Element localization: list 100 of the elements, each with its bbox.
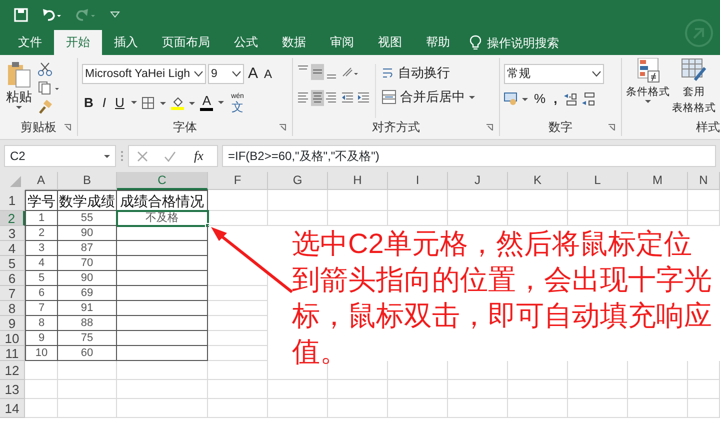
- name-box[interactable]: C2: [4, 145, 116, 167]
- row-header[interactable]: 7: [0, 286, 25, 301]
- lightbulb-icon[interactable]: [470, 35, 481, 50]
- fill-color-icon[interactable]: [171, 96, 196, 110]
- table-cell[interactable]: 9: [26, 331, 57, 346]
- bold-button[interactable]: B: [82, 94, 96, 112]
- empty-cell[interactable]: [117, 256, 208, 271]
- dialog-launcher-icon[interactable]: [279, 124, 286, 131]
- table-cell[interactable]: 5: [26, 271, 57, 286]
- wrap-text-button[interactable]: 自动换行: [380, 64, 477, 82]
- row-header[interactable]: 3: [0, 226, 25, 241]
- scissors-icon[interactable]: [38, 62, 52, 76]
- column-header[interactable]: M: [628, 172, 688, 190]
- row-header[interactable]: 6: [0, 271, 25, 286]
- increase-font-size-button[interactable]: A: [246, 65, 260, 83]
- table-cell[interactable]: 1: [26, 211, 57, 226]
- ribbon-tab[interactable]: 数据: [270, 30, 318, 55]
- align-left-center-right-icon[interactable]: [297, 90, 337, 106]
- table-cell[interactable]: 60: [58, 346, 116, 361]
- table-cell[interactable]: 91: [58, 301, 116, 316]
- table-cell[interactable]: 3: [26, 241, 57, 256]
- font-color-button[interactable]: A: [200, 94, 214, 111]
- ribbon-tab[interactable]: 帮助: [414, 30, 462, 55]
- table-cell[interactable]: 不及格: [117, 211, 207, 226]
- table-cell[interactable]: 成绩合格情况: [117, 191, 207, 212]
- empty-cell[interactable]: [117, 346, 208, 361]
- cancel-icon[interactable]: [137, 150, 148, 162]
- row-header[interactable]: 14: [0, 399, 25, 418]
- empty-cell[interactable]: [117, 226, 208, 241]
- merge-center-button[interactable]: 合并后居中: [380, 88, 477, 106]
- ribbon-tab[interactable]: 文件: [6, 30, 54, 55]
- number-format-dropdown[interactable]: 常规: [504, 64, 604, 84]
- table-cell[interactable]: 7: [26, 301, 57, 316]
- table-cell[interactable]: 8: [26, 316, 57, 331]
- format-as-table-button[interactable]: 套用 表格格式: [672, 58, 716, 118]
- row-header[interactable]: 10: [0, 331, 25, 346]
- column-header[interactable]: F: [208, 172, 268, 190]
- table-cell[interactable]: 10: [26, 346, 57, 361]
- table-cell[interactable]: 70: [58, 256, 116, 271]
- row-header[interactable]: 11: [0, 346, 25, 361]
- empty-cell[interactable]: [117, 301, 208, 316]
- format-painter-icon[interactable]: [38, 100, 52, 114]
- empty-cell[interactable]: [117, 286, 208, 301]
- borders-icon[interactable]: [142, 96, 166, 108]
- ribbon-tab[interactable]: 审阅: [318, 30, 366, 55]
- customize-dropdown-icon[interactable]: [110, 11, 120, 19]
- ribbon-tab[interactable]: 页面布局: [150, 30, 222, 55]
- column-header[interactable]: L: [568, 172, 628, 190]
- paste-button[interactable]: 粘贴: [4, 58, 34, 118]
- table-cell[interactable]: 90: [58, 226, 116, 241]
- table-cell[interactable]: 69: [58, 286, 116, 301]
- table-cell[interactable]: 55: [58, 211, 116, 226]
- formula-input[interactable]: =IF(B2>=60,"及格","不及格"): [222, 145, 716, 167]
- ribbon-tab[interactable]: 视图: [366, 30, 414, 55]
- empty-cell[interactable]: [117, 271, 208, 286]
- italic-button[interactable]: I: [100, 94, 108, 112]
- dialog-launcher-icon[interactable]: [486, 124, 493, 131]
- decrease-font-size-button[interactable]: A: [262, 65, 274, 83]
- insert-function-button[interactable]: fx: [192, 147, 206, 165]
- table-cell[interactable]: 90: [58, 271, 116, 286]
- currency-icon[interactable]: [504, 92, 528, 106]
- table-cell[interactable]: 87: [58, 241, 116, 256]
- ribbon-tab[interactable]: 插入: [102, 30, 150, 55]
- increase-decimal-icon[interactable]: [563, 92, 578, 106]
- column-header[interactable]: A: [25, 172, 58, 190]
- row-header[interactable]: 9: [0, 316, 25, 331]
- column-header[interactable]: J: [448, 172, 508, 190]
- dialog-launcher-icon[interactable]: [608, 124, 615, 131]
- dialog-launcher-icon[interactable]: [64, 124, 71, 131]
- font-name-dropdown[interactable]: Microsoft YaHei Ligh: [82, 64, 206, 84]
- font-size-dropdown[interactable]: 9: [208, 64, 244, 84]
- table-cell[interactable]: 75: [58, 331, 116, 346]
- ribbon-tab[interactable]: 开始: [54, 30, 102, 55]
- empty-cell[interactable]: [117, 241, 208, 256]
- column-header[interactable]: N: [688, 172, 720, 190]
- column-header[interactable]: G: [268, 172, 328, 190]
- column-header[interactable]: K: [508, 172, 568, 190]
- row-header[interactable]: 1: [0, 190, 25, 211]
- redo-icon[interactable]: [76, 8, 96, 22]
- underline-button[interactable]: U: [113, 94, 126, 112]
- undo-icon[interactable]: [42, 8, 62, 22]
- table-cell[interactable]: 4: [26, 256, 57, 271]
- empty-cell[interactable]: [117, 331, 208, 346]
- table-cell[interactable]: 学号: [26, 191, 57, 212]
- row-header[interactable]: 13: [0, 380, 25, 399]
- table-cell[interactable]: 2: [26, 226, 57, 241]
- row-header[interactable]: 12: [0, 361, 25, 380]
- ribbon-tab[interactable]: 公式: [222, 30, 270, 55]
- align-top-middle-icon[interactable]: [297, 64, 337, 80]
- percent-button[interactable]: %: [532, 90, 548, 108]
- empty-cell[interactable]: [117, 316, 208, 331]
- tell-me-search[interactable]: 操作说明搜索: [487, 34, 559, 52]
- fill-handle[interactable]: [205, 223, 210, 228]
- table-cell[interactable]: 6: [26, 286, 57, 301]
- copy-icon[interactable]: [38, 81, 60, 95]
- column-header[interactable]: B: [58, 172, 117, 190]
- row-header[interactable]: 4: [0, 241, 25, 256]
- conditional-formatting-button[interactable]: 条件格式: [626, 58, 670, 118]
- column-header[interactable]: C: [117, 172, 208, 190]
- column-header[interactable]: H: [328, 172, 388, 190]
